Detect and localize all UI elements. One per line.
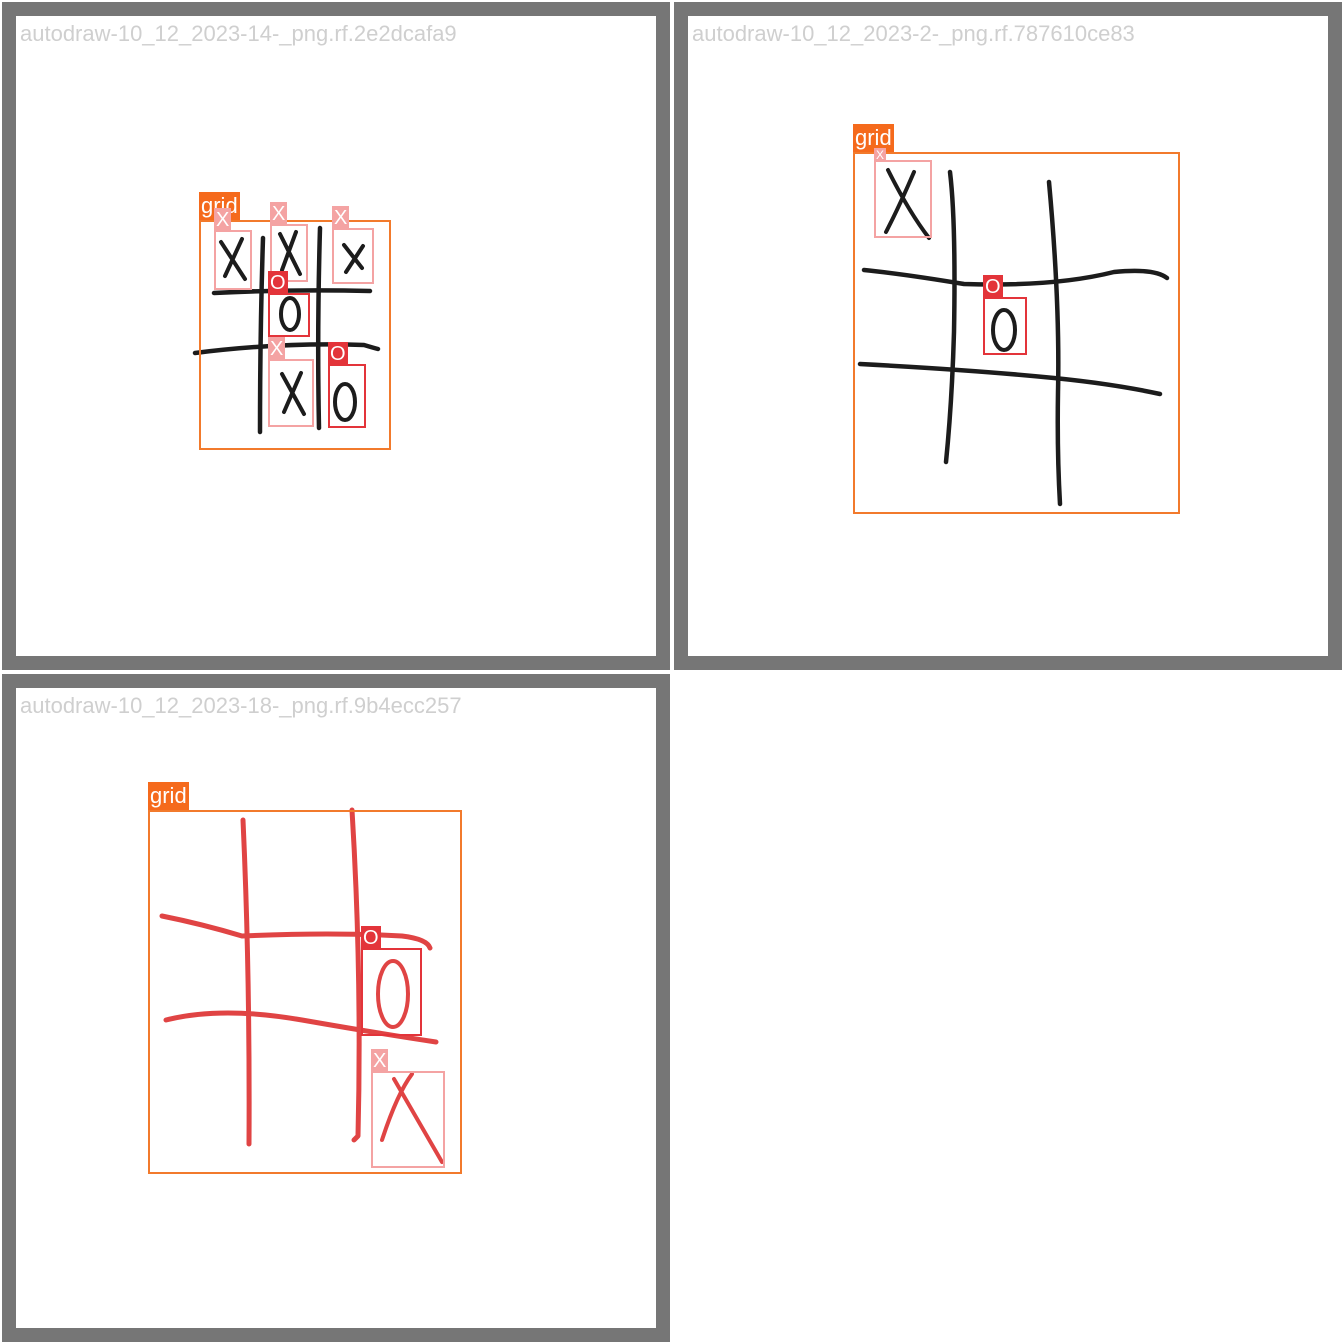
image-panel-3: autodraw-10_12_2023-18-_png.rf.9b4ecc257… — [2, 674, 670, 1342]
grid-class-label: grid — [148, 782, 189, 810]
o-class-label: O — [983, 275, 1003, 299]
o-bounding-box: O — [268, 271, 310, 337]
x-class-label: X — [214, 208, 232, 232]
x-bounding-box: X — [332, 206, 374, 284]
x-bounding-box: X — [214, 208, 252, 290]
o-bounding-box: O — [983, 275, 1027, 355]
x-class-label: X — [874, 148, 887, 162]
file-name-title: autodraw-10_12_2023-18-_png.rf.9b4ecc257 — [20, 693, 462, 718]
x-class-label: X — [371, 1049, 389, 1073]
o-bounding-box: O — [328, 342, 366, 428]
image-panel-1: autodraw-10_12_2023-14-_png.rf.2e2dcafa9… — [2, 2, 670, 670]
o-bounding-box: O — [361, 926, 422, 1036]
x-class-label: X — [332, 206, 350, 230]
file-name-title: autodraw-10_12_2023-2-_png.rf.787610ce83 — [692, 21, 1135, 46]
o-class-label: O — [361, 926, 381, 950]
file-name-title: autodraw-10_12_2023-14-_png.rf.2e2dcafa9 — [20, 21, 457, 46]
x-bounding-box: X — [874, 148, 932, 238]
image-panel-2: autodraw-10_12_2023-2-_png.rf.787610ce83… — [674, 2, 1342, 670]
x-class-label: X — [270, 202, 288, 226]
x-class-label: X — [268, 337, 286, 361]
o-class-label: O — [268, 271, 288, 295]
x-bounding-box: X — [371, 1049, 445, 1168]
o-class-label: O — [328, 342, 348, 366]
x-bounding-box: X — [268, 337, 314, 427]
